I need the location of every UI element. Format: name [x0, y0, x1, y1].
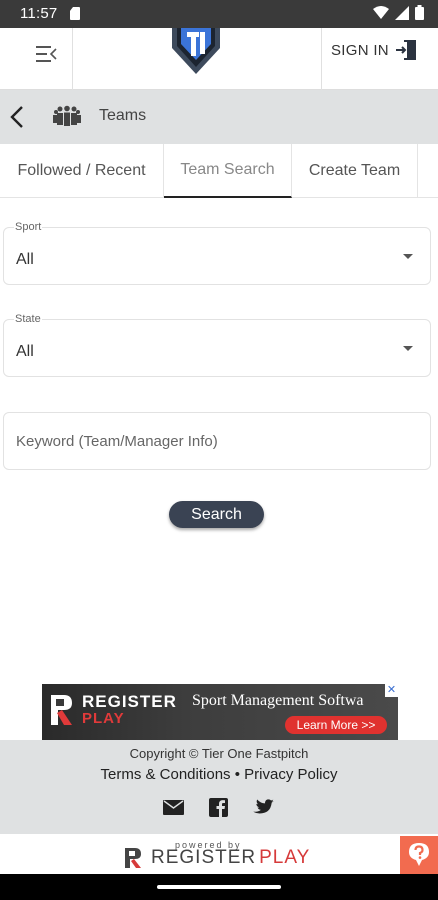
signal-icon: [395, 5, 409, 20]
registerplay-logo-icon: [51, 695, 72, 725]
ad-close-icon[interactable]: ✕: [385, 684, 398, 697]
state-select[interactable]: State All: [3, 313, 431, 377]
help-button[interactable]: [400, 836, 438, 874]
social-links: [163, 798, 274, 817]
copyright-text: Copyright © Tier One Fastpitch: [129, 746, 309, 761]
teams-icon: [53, 105, 81, 126]
ad-banner[interactable]: REGISTER PLAY Sport Management Softwa Le…: [42, 684, 398, 740]
menu-collapse-icon[interactable]: [28, 43, 58, 65]
footer-links: Terms & Conditions • Privacy Policy: [0, 766, 438, 783]
footer: Copyright © Tier One Fastpitch Terms & C…: [0, 740, 438, 834]
terms-link[interactable]: Terms & Conditions: [100, 766, 230, 783]
header-divider: [72, 28, 73, 90]
status-icons: [373, 5, 424, 20]
sport-value: All: [16, 251, 34, 268]
signin-button[interactable]: SIGN IN: [331, 39, 417, 61]
signin-door-icon: [395, 40, 416, 60]
ad-brand-bottom: PLAY: [82, 710, 125, 727]
status-time: 11:57: [20, 5, 58, 22]
back-arrow-icon[interactable]: [8, 105, 26, 129]
state-label: State: [14, 313, 42, 325]
app-header: SIGN IN: [0, 28, 438, 90]
powered-brand-a: REGISTER: [151, 847, 257, 868]
dropdown-caret-icon: [403, 254, 413, 259]
help-icon: [409, 843, 429, 866]
sport-select[interactable]: Sport All: [3, 221, 431, 285]
status-bar: 11:57: [0, 0, 438, 28]
ad-cta-button[interactable]: Learn More >>: [285, 716, 387, 734]
keyword-field-wrapper: [3, 412, 431, 470]
facebook-icon[interactable]: [209, 798, 228, 817]
home-gesture-pill[interactable]: [157, 885, 281, 889]
tab-bar: Followed / Recent Team Search Create Tea…: [0, 144, 438, 198]
sport-label: Sport: [14, 221, 43, 233]
registerplay-logo-icon: [125, 848, 141, 868]
email-icon[interactable]: [163, 800, 184, 815]
registerplay-brand[interactable]: REGISTER PLAY: [124, 847, 310, 869]
tab-create-team[interactable]: Create Team: [292, 144, 418, 198]
powered-by-bar: powered by REGISTER PLAY: [0, 834, 438, 874]
state-value: All: [16, 343, 34, 360]
privacy-link[interactable]: Privacy Policy: [244, 766, 337, 783]
tab-followed-recent[interactable]: Followed / Recent: [0, 144, 164, 198]
dropdown-caret-icon: [403, 346, 413, 351]
search-button[interactable]: Search: [169, 501, 264, 528]
page-title: Teams: [99, 107, 147, 124]
page-title-bar: Teams: [0, 90, 438, 144]
wifi-icon: [373, 5, 389, 19]
twitter-icon[interactable]: [253, 799, 274, 816]
tab-team-search[interactable]: Team Search: [164, 144, 292, 198]
header-divider: [321, 28, 322, 90]
battery-icon: [415, 5, 424, 20]
system-nav-bar: [0, 874, 438, 900]
ad-headline: Sport Management Softwa: [192, 692, 364, 709]
keyword-input[interactable]: [4, 413, 430, 469]
powered-brand-b: PLAY: [259, 847, 311, 868]
signin-label: SIGN IN: [331, 41, 389, 59]
ad-brand-top: REGISTER: [82, 692, 177, 711]
link-separator: •: [234, 766, 240, 783]
tier-one-logo[interactable]: [170, 28, 222, 74]
sd-card-icon: [70, 7, 80, 20]
